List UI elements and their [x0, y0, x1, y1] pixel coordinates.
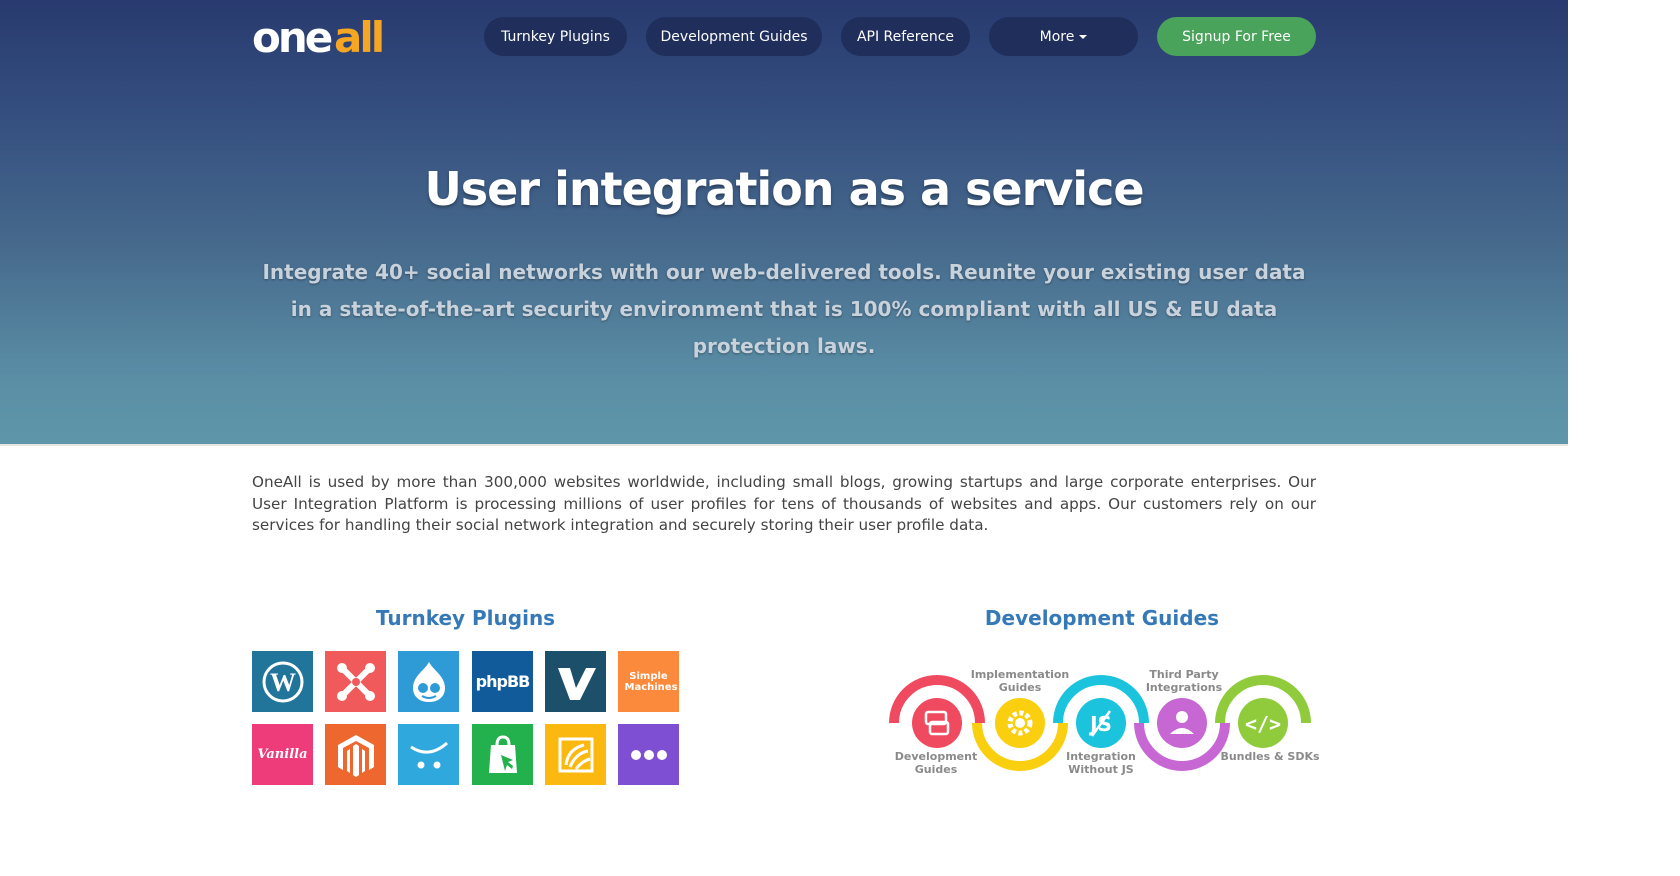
nav-more-dropdown[interactable]: More [989, 17, 1138, 56]
guide-label-bundles-sdks[interactable]: Bundles & SDKs [1220, 750, 1320, 763]
wordpress-icon: W [262, 661, 303, 702]
prestashop-icon [558, 737, 593, 772]
caret-down-icon [1079, 34, 1088, 39]
phpbb-tile[interactable]: phpBB [472, 651, 533, 712]
guide-label-implementation[interactable]: Implementation Guides [970, 668, 1070, 694]
hero-title: User integration as a service [424, 162, 1144, 216]
simple-machines-icon: Simple Machines [624, 670, 678, 693]
signup-label: Signup For Free [1182, 28, 1291, 45]
nav-label: Turnkey Plugins [501, 28, 610, 45]
vbulletin-tile[interactable] [545, 651, 606, 712]
shopify-icon [488, 734, 517, 773]
hero-subtitle: Integrate 40+ social networks with our w… [262, 260, 1306, 358]
guide-label-without-js[interactable]: Integration Without JS [1052, 750, 1150, 776]
code-icon: </> [1238, 698, 1288, 748]
vanilla-tile[interactable]: Vanilla [252, 724, 313, 785]
nav-turnkey-plugins[interactable]: Turnkey Plugins [484, 17, 627, 56]
magento-icon [337, 734, 374, 777]
svg-text:one: one [252, 16, 332, 56]
oneall-logo[interactable]: one all [252, 14, 382, 56]
user-icon [1157, 698, 1207, 748]
nav-development-guides[interactable]: Development Guides [646, 17, 822, 56]
drupal-icon [412, 661, 445, 702]
joomla-icon [336, 662, 375, 701]
hero-section: one all Turnkey Plugins Development Guid… [0, 0, 1568, 446]
phpbb-icon: phpBB [475, 672, 531, 691]
svg-text:all: all [334, 16, 382, 56]
opencart-tile[interactable] [398, 724, 459, 785]
wordpress-tile[interactable]: W [252, 651, 313, 712]
magento-tile[interactable] [325, 724, 386, 785]
turnkey-plugins-heading[interactable]: Turnkey Plugins [252, 606, 679, 630]
prestashop-tile[interactable] [545, 724, 606, 785]
joomla-tile[interactable] [325, 651, 386, 712]
more-plugins-icon [630, 749, 667, 760]
nav-label: Development Guides [660, 28, 808, 45]
development-guides-heading[interactable]: Development Guides [886, 606, 1318, 630]
vbulletin-icon [557, 667, 596, 700]
nav-label: API Reference [856, 28, 955, 45]
gear-icon [995, 698, 1045, 748]
no-js-icon: JS [1076, 698, 1126, 748]
drupal-tile[interactable] [398, 651, 459, 712]
vanilla-icon: Vanilla [257, 747, 308, 762]
simple-machines-tile[interactable]: Simple Machines [618, 651, 679, 712]
more-plugins-tile[interactable] [618, 724, 679, 785]
svg-text:W: W [270, 668, 296, 697]
nav-label: More [1039, 28, 1075, 45]
guide-label-development[interactable]: Development Guides [890, 750, 982, 776]
development-guides-infographic[interactable]: JS </> Development Guides Implementation… [886, 660, 1320, 790]
guide-label-third-party[interactable]: Third Party Integrations [1136, 668, 1232, 694]
nav-api-reference[interactable]: API Reference [841, 17, 970, 56]
intro-paragraph: OneAll is used by more than 300,000 webs… [252, 473, 1316, 535]
signup-button[interactable]: Signup For Free [1157, 17, 1316, 56]
opencart-icon [409, 741, 448, 768]
svg-text:</>: </> [1245, 712, 1281, 736]
document-icon [912, 698, 962, 748]
shopify-tile[interactable] [472, 724, 533, 785]
